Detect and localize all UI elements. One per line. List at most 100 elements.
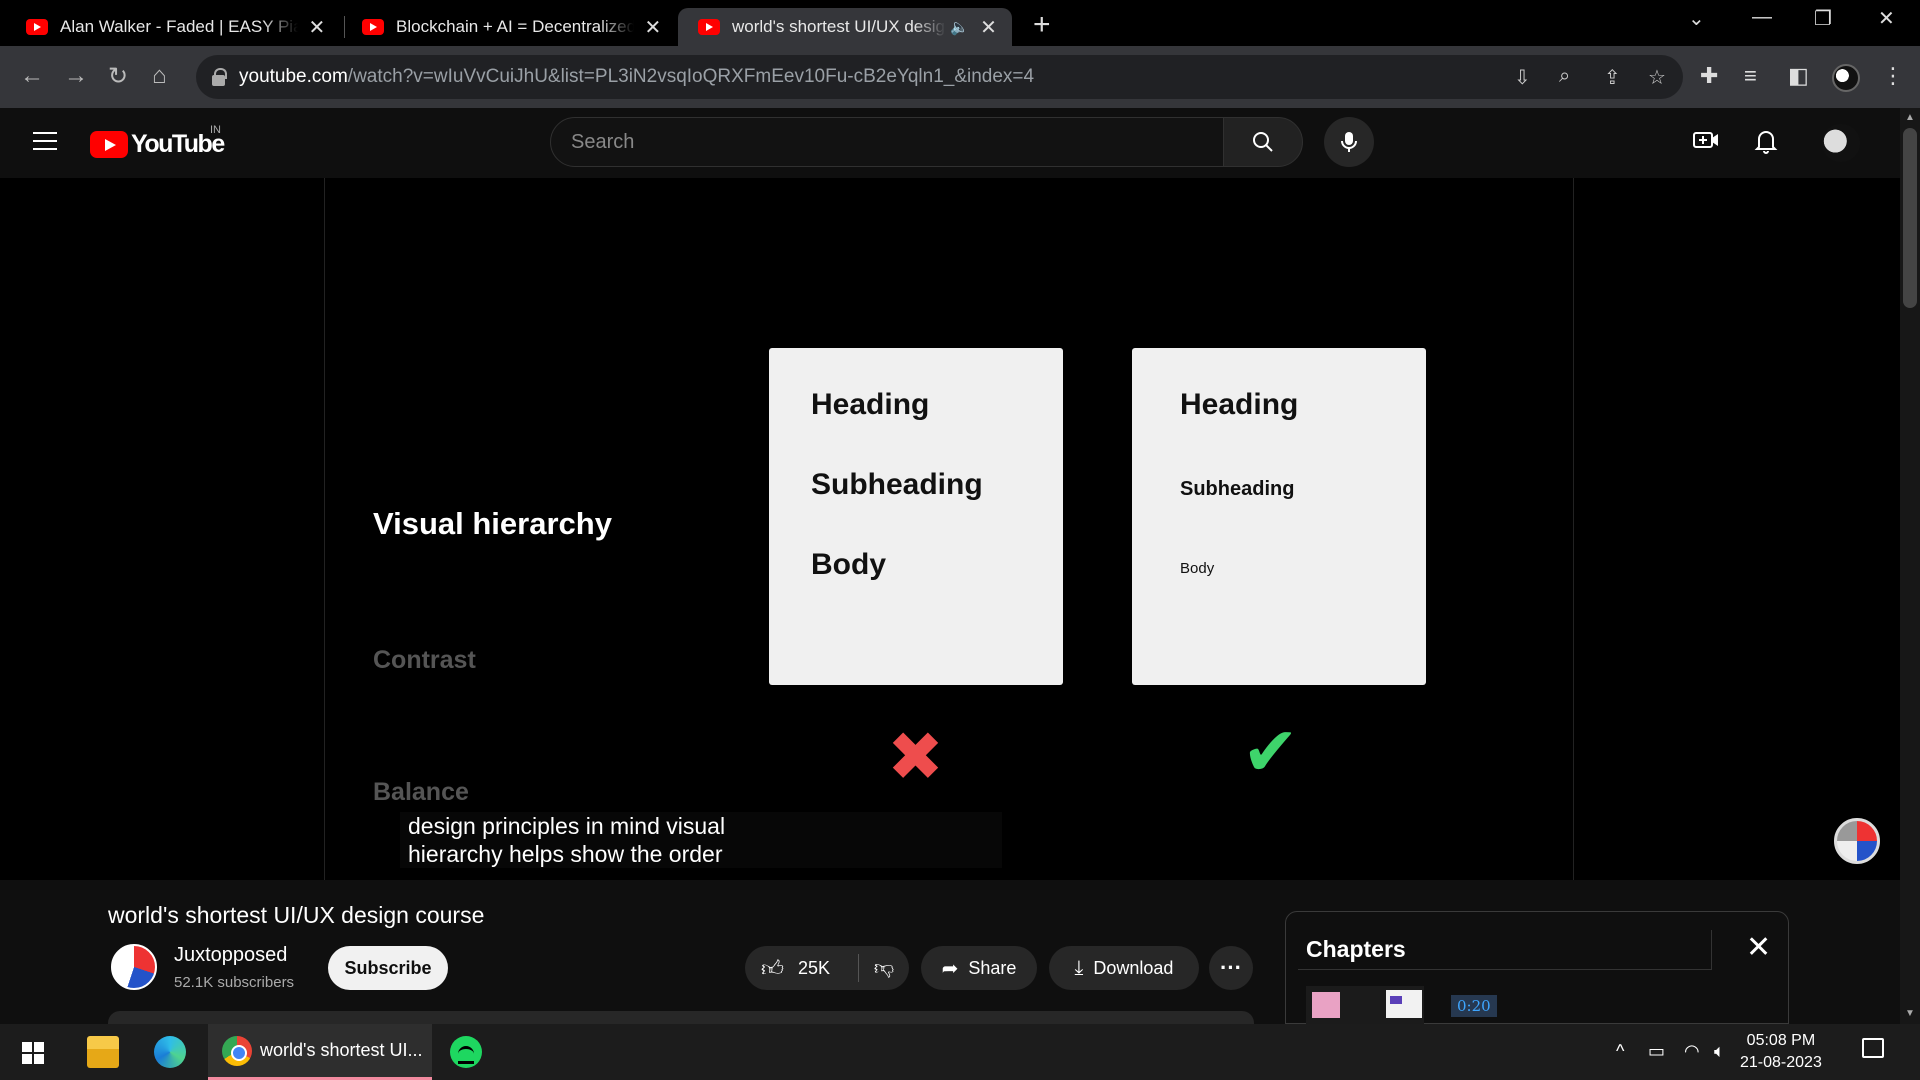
- youtube-favicon-icon: [362, 19, 384, 35]
- clock-time: 05:08 PM: [1746, 1032, 1816, 1049]
- card-subheading: Subheading: [1180, 478, 1295, 500]
- more-actions-button[interactable]: ···: [1209, 946, 1253, 990]
- slide-topic-active: Visual hierarchy: [373, 506, 612, 541]
- notifications-bell-icon[interactable]: [1754, 128, 1778, 161]
- scroll-up-icon[interactable]: ▲: [1905, 112, 1915, 123]
- lock-icon[interactable]: [212, 67, 227, 86]
- tab-title: world's shortest UI/UX design course: [732, 17, 946, 36]
- chrome-window-title: world's shortest UI...: [260, 1040, 423, 1060]
- chapters-panel: Chapters ✕ 0:20: [1285, 911, 1789, 1024]
- restore-button[interactable]: ❐: [1814, 6, 1832, 31]
- address-bar[interactable]: youtube.com /watch?v=wIuVvCuiJhU&list=PL…: [196, 55, 1683, 99]
- dislike-button[interactable]: 👎︎: [859, 956, 909, 980]
- caption-line: hierarchy helps show the order: [408, 841, 723, 867]
- search-input[interactable]: [571, 130, 1223, 154]
- media-control-icon[interactable]: ≡: [1744, 63, 1757, 89]
- video-title: world's shortest UI/UX design course: [108, 902, 485, 928]
- home-icon[interactable]: ⌂: [152, 62, 167, 90]
- channel-name[interactable]: Juxtopposed: [174, 944, 287, 967]
- chrome-taskbar-button[interactable]: world's shortest UI...: [208, 1024, 432, 1080]
- share-arrow-icon: ➦: [941, 957, 959, 980]
- spotify-icon[interactable]: [450, 1036, 482, 1068]
- system-clock[interactable]: 05:08 PM 21-08-2023: [1740, 1030, 1822, 1074]
- url-host: youtube.com: [239, 66, 348, 87]
- card-subheading: Subheading: [811, 468, 983, 501]
- forward-icon[interactable]: →: [64, 62, 88, 90]
- url-path: /watch?v=wIuVvCuiJhU&list=PL3iN2vsqIoQRX…: [347, 66, 1035, 87]
- show-hidden-icons-chevron-icon[interactable]: ^: [1616, 1041, 1624, 1062]
- subscriber-count: 52.1K subscribers: [174, 974, 295, 991]
- close-tab-icon[interactable]: ✕: [308, 15, 326, 40]
- extensions-icon[interactable]: ✚: [1700, 63, 1718, 89]
- close-tab-icon[interactable]: ✕: [644, 15, 662, 40]
- description-box[interactable]: [108, 1011, 1254, 1025]
- chapter-timestamp[interactable]: 0:20: [1451, 995, 1497, 1017]
- install-app-icon[interactable]: ⇩: [1514, 65, 1531, 90]
- youtube-header: YouTube IN: [0, 108, 1900, 178]
- youtube-logo[interactable]: YouTube IN: [90, 124, 225, 159]
- share-page-icon[interactable]: ⇪: [1604, 65, 1621, 90]
- page-scrollbar[interactable]: ▲ ▼: [1900, 108, 1920, 1024]
- search-button[interactable]: [1223, 117, 1303, 167]
- voice-search-button[interactable]: [1324, 117, 1374, 167]
- download-icon: ⤓: [1074, 956, 1084, 979]
- create-video-icon[interactable]: [1692, 128, 1720, 159]
- channel-watermark-icon[interactable]: [1834, 818, 1880, 864]
- menu-icon[interactable]: [33, 132, 57, 150]
- video-caption: design principles in mind visual hierarc…: [400, 812, 1002, 868]
- subscribe-button[interactable]: Subscribe: [328, 946, 448, 990]
- clock-date: 21-08-2023: [1740, 1054, 1822, 1071]
- wifi-icon[interactable]: ◠: [1684, 1041, 1700, 1062]
- tab-title: Blockchain + AI = Decentralized AI: [396, 17, 634, 36]
- windows-taskbar: world's shortest UI... ^ ▭ ◠ 🔈︎ 05:08 PM…: [0, 1024, 1920, 1080]
- notifications-icon[interactable]: [1862, 1038, 1884, 1058]
- volume-icon[interactable]: 🔈︎: [1714, 1041, 1725, 1062]
- user-avatar[interactable]: [1822, 124, 1860, 162]
- back-icon[interactable]: ←: [20, 62, 44, 90]
- tab-search-icon[interactable]: ⌄: [1688, 6, 1705, 31]
- browser-tab-strip: Alan Walker - Faded | EASY Piano ✕ Block…: [0, 0, 1920, 46]
- bookmark-star-icon[interactable]: ☆: [1648, 65, 1666, 90]
- slide-topic: Balance: [373, 778, 469, 806]
- cross-mark-icon: ✖: [887, 719, 944, 795]
- new-tab-button[interactable]: +: [1033, 8, 1051, 42]
- windows-start-icon[interactable]: [22, 1042, 44, 1064]
- thumbs-down-icon: 👎︎: [873, 957, 895, 979]
- minimize-button[interactable]: —: [1752, 6, 1772, 29]
- youtube-favicon-icon: [26, 19, 48, 35]
- chapter-thumbnail[interactable]: [1306, 986, 1424, 1024]
- reload-icon[interactable]: ↻: [108, 62, 128, 91]
- zoom-icon[interactable]: ⌕: [1559, 65, 1570, 88]
- example-card-bad: Heading Subheading Body: [769, 348, 1063, 685]
- thumbs-up-icon: 👍︎: [761, 955, 784, 981]
- edge-browser-icon[interactable]: [154, 1036, 186, 1068]
- file-explorer-icon[interactable]: [87, 1036, 119, 1068]
- browser-tab-active[interactable]: world's shortest UI/UX design course 🔈 ✕: [678, 8, 1012, 46]
- video-player[interactable]: Visual hierarchy Contrast Balance Headin…: [0, 178, 1900, 880]
- browser-profile-avatar[interactable]: [1832, 64, 1860, 92]
- side-panel-icon[interactable]: ◧: [1788, 63, 1809, 89]
- tab-audio-icon[interactable]: 🔈: [950, 18, 969, 36]
- like-button[interactable]: 👍︎ 25K: [745, 954, 859, 982]
- share-button[interactable]: ➦ Share: [921, 946, 1037, 990]
- search-box: [550, 117, 1224, 167]
- battery-icon[interactable]: ▭: [1648, 1041, 1665, 1062]
- browser-menu-icon[interactable]: ⋮: [1882, 63, 1904, 89]
- close-tab-icon[interactable]: ✕: [979, 15, 998, 40]
- like-count: 25K: [798, 957, 831, 978]
- check-mark-icon: ✔: [1242, 714, 1299, 790]
- search-icon: [1253, 132, 1273, 152]
- channel-avatar[interactable]: [111, 944, 157, 990]
- download-button[interactable]: ⤓ Download: [1049, 946, 1199, 990]
- browser-tab[interactable]: Blockchain + AI = Decentralized AI ✕: [336, 8, 676, 46]
- browser-toolbar: ← → ↻ ⌂ youtube.com /watch?v=wIuVvCuiJhU…: [0, 46, 1920, 108]
- close-window-button[interactable]: ✕: [1878, 6, 1895, 31]
- tab-title: Alan Walker - Faded | EASY Piano: [60, 17, 298, 36]
- scroll-down-icon[interactable]: ▼: [1905, 1008, 1915, 1019]
- scrollbar-thumb[interactable]: [1903, 128, 1917, 308]
- card-heading: Heading: [1180, 388, 1299, 421]
- browser-tab[interactable]: Alan Walker - Faded | EASY Piano ✕: [0, 8, 340, 46]
- close-icon[interactable]: ✕: [1746, 930, 1771, 965]
- more-dots-icon: ···: [1220, 955, 1242, 980]
- chrome-icon: [222, 1035, 252, 1066]
